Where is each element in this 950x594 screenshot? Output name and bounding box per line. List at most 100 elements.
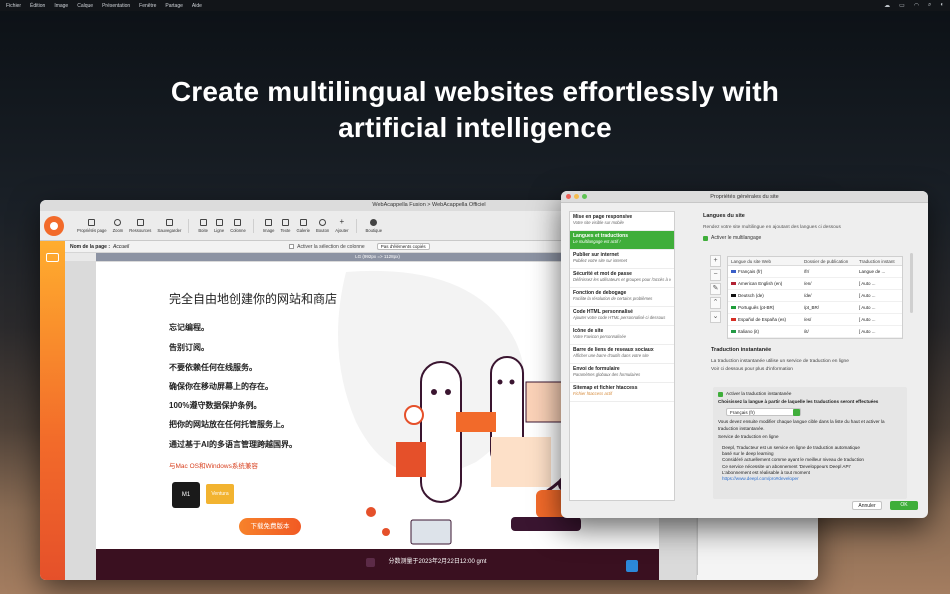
source-language-value: Français (fr) — [730, 410, 755, 416]
zoom-button[interactable]: Zoom — [110, 218, 127, 233]
nav-item-html[interactable]: Code HTML personnalisé Ajouter votre code… — [570, 307, 674, 326]
macos-ventura-badge: Ventura — [206, 484, 234, 504]
feature-item: 忘记编程。 — [169, 323, 209, 332]
table-row[interactable]: Português (pt-BR) /pt_BR/ [ Auto ... — [728, 302, 902, 314]
feature-item: 通过基于AI的多语言管理跨越国界。 — [169, 440, 297, 449]
multilang-label: Activer le multilangage — [711, 235, 762, 241]
toolbar-label: Ressources — [129, 227, 152, 233]
nav-item-publish[interactable]: Publier sur internet Publiez votre site s… — [570, 250, 674, 269]
feature-item: 不要依赖任何在线服务。 — [169, 363, 257, 372]
checkbox-checked-icon[interactable] — [703, 235, 708, 241]
language-list-controls: + − ✎ ⌃ ⌄ — [710, 255, 721, 323]
nav-item-social[interactable]: Barre de liens de reseaux sociaux Affiche… — [570, 345, 674, 364]
image-button[interactable]: Image — [260, 218, 278, 233]
copied-elements-badge: Pas d'éléments copiés — [376, 243, 430, 250]
wifi-icon[interactable]: ◠ — [914, 2, 919, 9]
toolbar-group-layout: Boite Ligne Colonne — [195, 218, 254, 233]
minimize-icon[interactable] — [574, 194, 579, 199]
text-icon — [281, 218, 289, 226]
add-language-button[interactable]: + — [710, 255, 721, 267]
page-name-value[interactable]: Accueil — [113, 244, 129, 250]
status-icons: ☁ ▭ ◠ ⌕ ◐ — [884, 2, 944, 9]
checkbox-checked-icon[interactable] — [718, 391, 723, 397]
column-button[interactable]: Colonne — [227, 218, 249, 233]
remove-language-button[interactable]: − — [710, 269, 721, 281]
language-translation: [ Auto ... — [859, 305, 876, 310]
column-header[interactable]: Traduction instant — [856, 257, 902, 265]
scroll-up-button[interactable] — [626, 560, 638, 572]
control-center-icon[interactable]: ◐ — [940, 2, 944, 9]
move-up-button[interactable]: ⌃ — [710, 297, 721, 309]
multilang-toggle[interactable]: Activer le multilangage — [703, 235, 903, 241]
save-button[interactable]: Sauvegarder — [154, 218, 184, 233]
flag-icon — [731, 330, 736, 334]
row-button[interactable]: Ligne — [211, 218, 227, 233]
column-header[interactable]: Langue du site Web — [728, 257, 801, 265]
column-header[interactable]: Dossier de publication — [801, 257, 856, 265]
page-properties-button[interactable]: Propriétés page — [74, 218, 110, 233]
cloud-icon[interactable]: ☁ — [884, 2, 890, 9]
add-button[interactable]: + Ajouter — [332, 216, 351, 233]
close-icon[interactable] — [566, 194, 571, 199]
column-select-toggle[interactable]: Activer la sélection de colonne — [289, 244, 365, 250]
cancel-button[interactable]: Annuler — [852, 501, 882, 510]
language-name: Português (pt-BR) — [738, 305, 775, 310]
scroll-top-icon[interactable] — [366, 558, 375, 567]
box-icon — [199, 218, 207, 226]
resources-button[interactable]: Ressources — [126, 218, 154, 233]
table-row[interactable]: Italiano (it) /it/ [ Auto ... — [728, 326, 902, 338]
screen-icon[interactable]: ▭ — [899, 2, 905, 9]
modify-note: Vous devez ensuite modifier chaque langu… — [718, 419, 885, 431]
ok-button[interactable]: OK — [890, 501, 918, 510]
menu-aide[interactable]: Aide — [192, 3, 202, 9]
text-button[interactable]: Texte — [277, 218, 293, 233]
edit-language-button[interactable]: ✎ — [710, 283, 721, 295]
nav-item-responsive[interactable]: Mise en page responsive Votre site visibl… — [570, 212, 674, 231]
table-row[interactable]: Español de España (es) /es/ [ Auto ... — [728, 314, 902, 326]
language-folder: /en/ — [804, 281, 812, 286]
button-button[interactable]: Bouton — [313, 218, 332, 233]
languages-description: Rendez votre site multilingue en ajoutan… — [703, 225, 841, 230]
nav-item-sitemap[interactable]: Sitemap et fichier htaccess Fichier htacc… — [570, 383, 674, 402]
deepl-link[interactable]: https://www.deepl.com/pro#developer — [722, 476, 799, 481]
menu-presentation[interactable]: Présentation — [102, 3, 130, 9]
zoom-icon — [114, 218, 122, 226]
checkbox[interactable] — [289, 244, 295, 249]
nav-item-favicon[interactable]: Icône de site Votre Favicon personnalisée — [570, 326, 674, 345]
nav-item-debug[interactable]: Fonction de debogage Facilite la résoluti… — [570, 288, 674, 307]
nav-item-security[interactable]: Sécurité et mot de passe Définissez les u… — [570, 269, 674, 288]
nav-item-forms[interactable]: Envoi de formulaire Paramètres globaux de… — [570, 364, 674, 383]
zoom-icon[interactable] — [582, 194, 587, 199]
gallery-icon — [299, 218, 307, 226]
menu-image[interactable]: Image — [54, 3, 68, 9]
menu-fenetre[interactable]: Fenêtre — [139, 3, 156, 9]
menu-partage[interactable]: Partage — [165, 3, 183, 9]
plus-icon: + — [339, 216, 345, 226]
instant-heading: Traduction instantanée — [711, 347, 772, 353]
menu-calque[interactable]: Calque — [77, 3, 93, 9]
feature-item: 确保你在移动屏幕上的存在。 — [169, 382, 273, 391]
page-hero-title: 完全自由地创建你的网站和商店 — [169, 292, 338, 306]
instant-translation-box: Activer la traduction instantanée Choisi… — [713, 387, 907, 499]
box-button[interactable]: Boite — [195, 218, 211, 233]
app-logo-icon[interactable] — [44, 215, 64, 236]
nav-item-languages[interactable]: Langues et traductions Le multilangage es… — [570, 231, 674, 250]
menu-edition[interactable]: Édition — [30, 3, 45, 9]
dialog-title: Propriétés générales du site — [710, 194, 779, 200]
move-down-button[interactable]: ⌄ — [710, 311, 721, 323]
shop-button[interactable]: Boutique — [363, 218, 386, 233]
download-free-button[interactable]: 下载免费版本 — [239, 518, 301, 535]
search-icon[interactable]: ⌕ — [928, 2, 931, 9]
menu-fichier[interactable]: Fichier — [6, 3, 21, 9]
table-row[interactable]: American English (en) /en/ [ Auto ... — [728, 278, 902, 290]
table-row[interactable]: Deutsch (de) /de/ [ Auto ... — [728, 290, 902, 302]
pages-icon[interactable] — [46, 253, 59, 262]
toolbar-label: Boutique — [365, 227, 383, 233]
source-language-select[interactable]: Français (fr) — [726, 408, 801, 417]
headline-line-1: Create multilingual websites effortlessl… — [170, 76, 780, 107]
compatibility-note: 与Mac OS和Windows系统兼容 — [169, 463, 258, 470]
table-row[interactable]: Français (fr) /fr/Langue de ... — [728, 266, 902, 278]
instant-toggle[interactable]: Activer la traduction instantanée — [718, 391, 902, 397]
gallery-button[interactable]: Galerie — [293, 218, 313, 233]
table-scrollbar[interactable] — [910, 253, 913, 313]
